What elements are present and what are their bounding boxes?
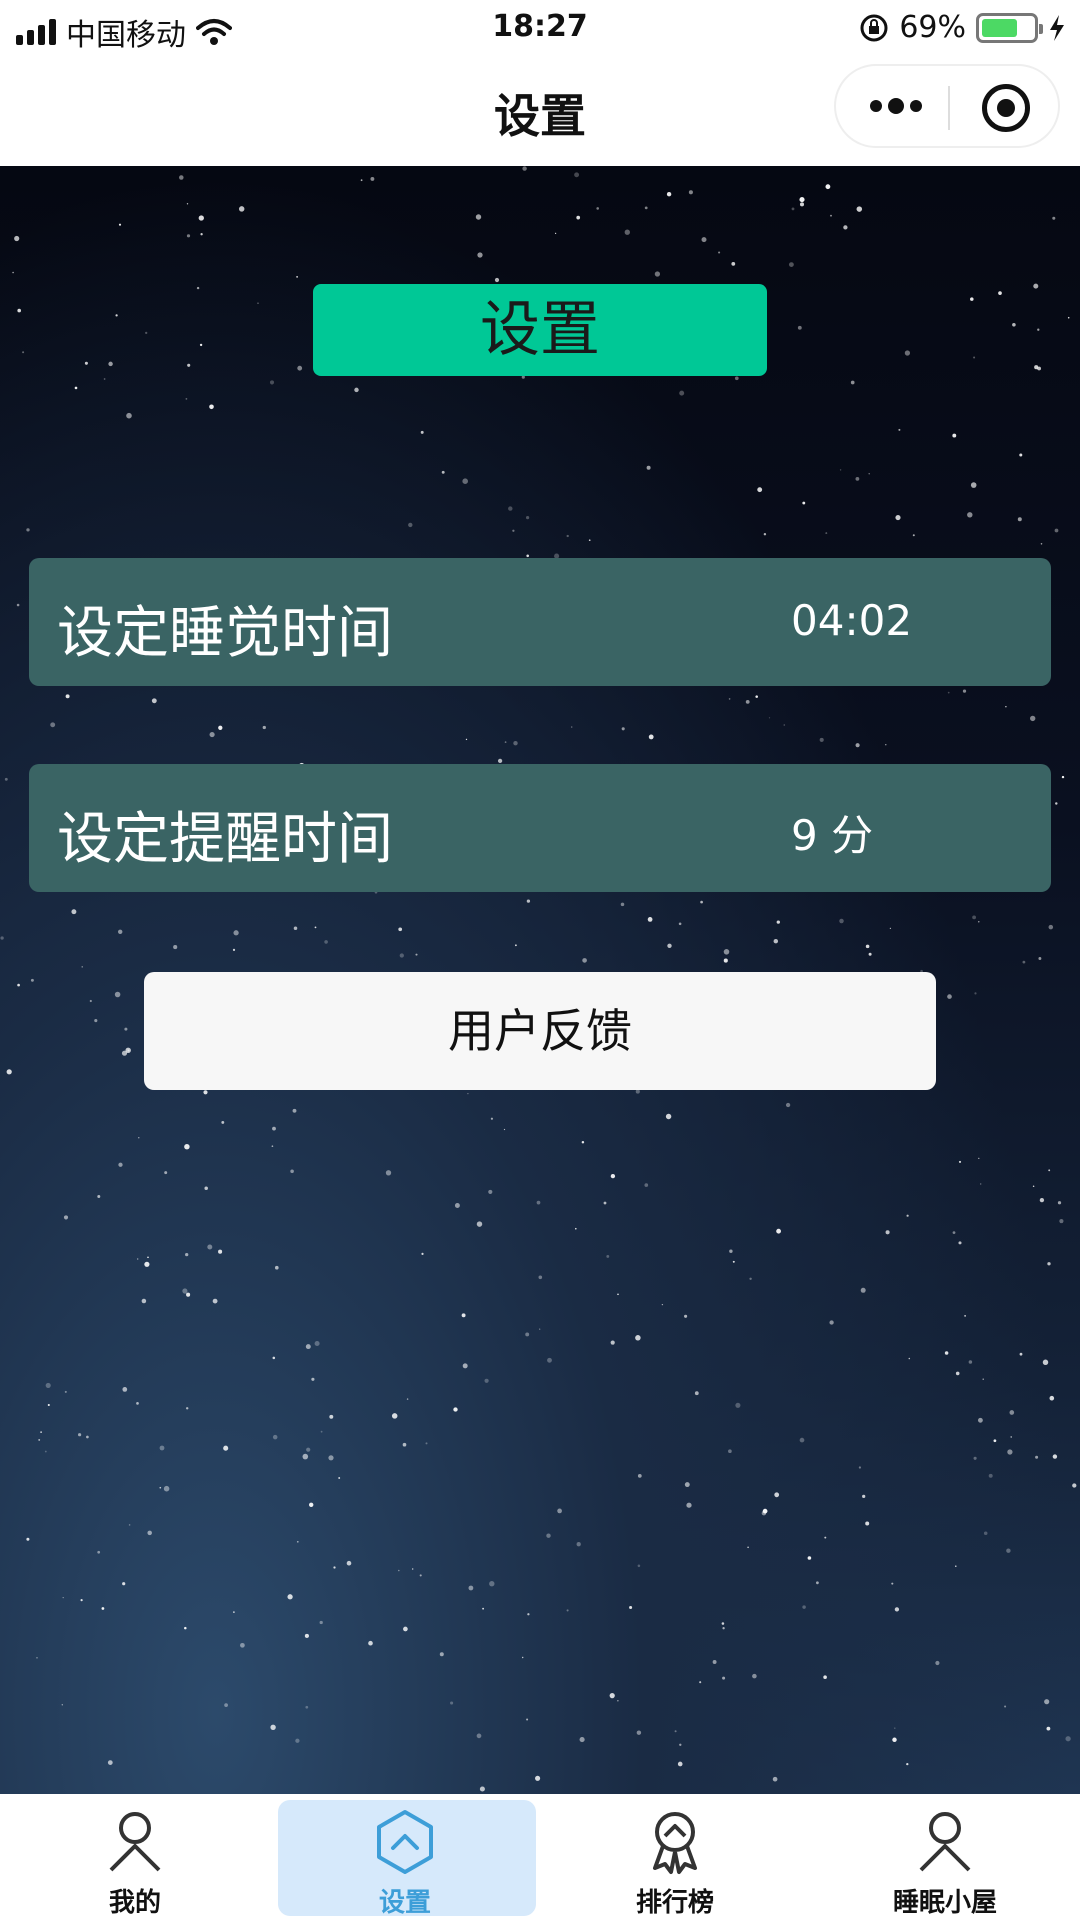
main-content: 设置 设定睡觉时间 04:02 设定提醒时间 9 分 用户反馈	[0, 166, 1080, 1794]
capsule-divider	[948, 86, 950, 130]
sleep-time-value[interactable]: 04:02	[791, 596, 912, 645]
status-right: 69%	[859, 10, 1066, 45]
tab-leaderboard[interactable]: 排行榜	[540, 1794, 810, 1920]
sleep-time-row[interactable]: 设定睡觉时间 04:02	[29, 558, 1051, 686]
tab-settings-label: 设置	[378, 1888, 431, 1918]
hexagon-up-icon	[377, 1810, 433, 1874]
tab-mine[interactable]: 我的	[0, 1794, 270, 1920]
tab-mine-label: 我的	[108, 1888, 161, 1918]
battery-icon	[976, 12, 1043, 43]
rotation-lock-icon	[860, 14, 888, 41]
remind-time-row[interactable]: 设定提醒时间 9 分	[29, 764, 1051, 892]
tab-bar: 我的 设置 排行榜 睡眠小屋	[0, 1794, 1080, 1920]
close-target-icon[interactable]	[982, 84, 1030, 132]
remind-time-value[interactable]: 9 分	[791, 802, 873, 863]
battery-percent: 69%	[899, 10, 966, 45]
more-icon[interactable]	[870, 94, 930, 118]
nav-bar: 设置	[0, 54, 1080, 166]
sleep-time-label: 设定睡觉时间	[57, 601, 393, 666]
settings-header: 设置	[313, 284, 767, 376]
remind-time-label: 设定提醒时间	[57, 807, 393, 872]
person-icon	[919, 1812, 971, 1872]
tab-sleep-house-label: 睡眠小屋	[892, 1888, 997, 1918]
feedback-button[interactable]: 用户反馈	[144, 972, 936, 1090]
person-icon	[109, 1812, 161, 1872]
medal-icon	[653, 1812, 697, 1874]
mini-program-capsule	[834, 64, 1060, 148]
status-bar: 中国移动 18:27 69%	[0, 0, 1080, 54]
charging-icon	[1050, 14, 1064, 41]
tab-leaderboard-label: 排行榜	[635, 1888, 714, 1918]
tab-sleep-house[interactable]: 睡眠小屋	[810, 1794, 1080, 1920]
tab-settings[interactable]: 设置	[270, 1794, 540, 1920]
